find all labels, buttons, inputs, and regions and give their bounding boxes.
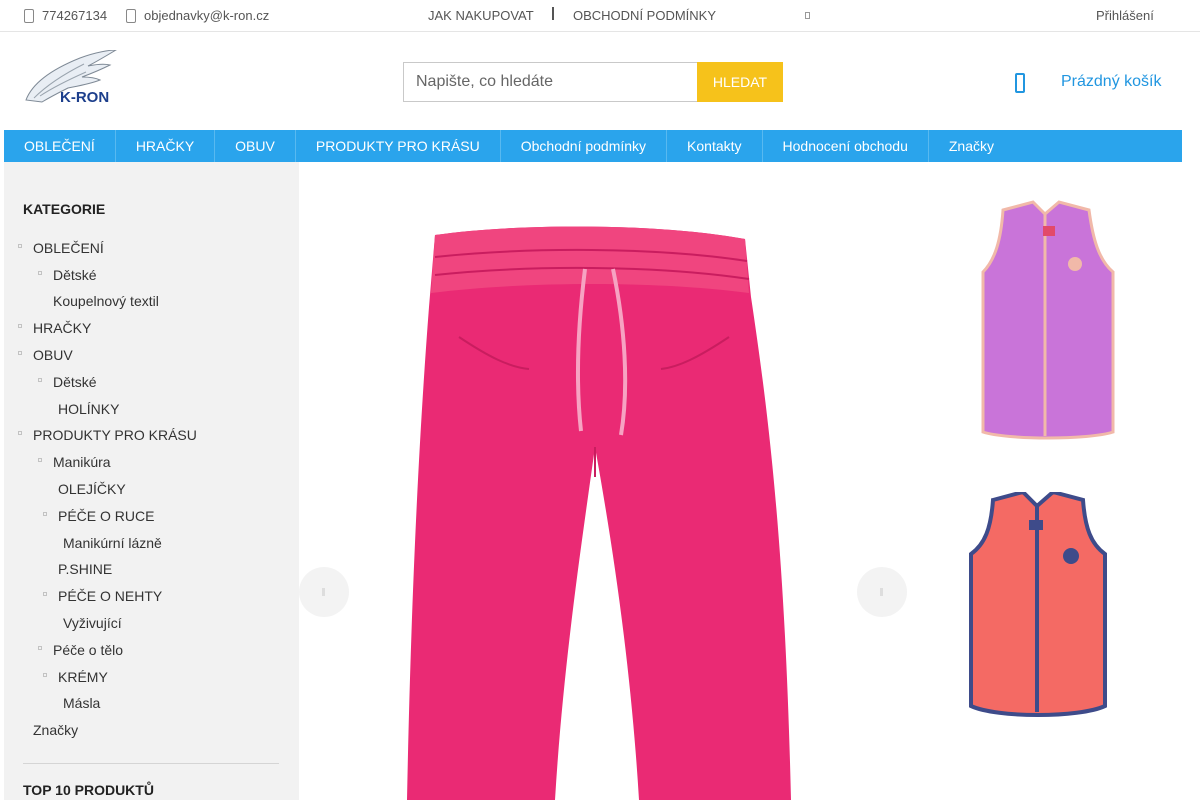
- category-item[interactable]: P.SHINE: [58, 561, 112, 577]
- nav-item-hracky[interactable]: HRAČKY: [116, 130, 216, 162]
- link-obchodni-podminky[interactable]: OBCHODNÍ PODMÍNKY: [573, 8, 716, 23]
- nav-item-obuv[interactable]: OBUV: [215, 130, 296, 162]
- sidebar-divider: [23, 763, 279, 764]
- nav-item-obchodni-podminky[interactable]: Obchodní podmínky: [501, 130, 668, 162]
- category-item[interactable]: PÉČE O NEHTY: [43, 588, 162, 604]
- category-item[interactable]: OBUV: [18, 347, 73, 363]
- dropdown-icon[interactable]: [805, 12, 810, 19]
- category-item[interactable]: Vyživující: [63, 615, 122, 631]
- category-item[interactable]: Dětské: [38, 267, 97, 283]
- nav-item-hodnoceni-obchodu[interactable]: Hodnocení obchodu: [763, 130, 929, 162]
- search-button[interactable]: HLEDAT: [697, 62, 783, 102]
- top10-title: TOP 10 PRODUKTŮ: [23, 782, 154, 798]
- category-item[interactable]: Manikúra: [38, 454, 111, 470]
- cart-icon[interactable]: [1015, 73, 1025, 93]
- login-link[interactable]: Přihlášení: [1096, 8, 1154, 23]
- logo-text: K-RON: [60, 89, 109, 106]
- phone-icon: [24, 8, 34, 23]
- nav-item-znacky[interactable]: Značky: [929, 130, 1014, 162]
- category-item[interactable]: Másla: [63, 695, 100, 711]
- mail-icon: [126, 8, 136, 23]
- category-item[interactable]: HOLÍNKY: [58, 401, 119, 417]
- category-item[interactable]: PÉČE O RUCE: [43, 508, 154, 524]
- search-input[interactable]: [403, 62, 697, 102]
- banner-area: [299, 162, 1200, 800]
- product-image-red-vest[interactable]: [967, 492, 1109, 718]
- main-nav: OBLEČENÍ HRAČKY OBUV PRODUKTY PRO KRÁSU …: [4, 130, 1182, 162]
- top-bar: 774267134 objednavky@k-ron.cz JAK NAKUPO…: [0, 0, 1200, 32]
- nav-item-produkty-pro-krasu[interactable]: PRODUKTY PRO KRÁSU: [296, 130, 501, 162]
- category-item[interactable]: Péče o tělo: [38, 642, 123, 658]
- category-sidebar: KATEGORIE OBLEČENÍ Dětské Koupelnový tex…: [4, 162, 299, 800]
- category-item[interactable]: Značky: [33, 722, 78, 738]
- product-image-pants[interactable]: [399, 217, 819, 800]
- email-contact[interactable]: objednavky@k-ron.cz: [126, 8, 269, 23]
- arrow-left-icon[interactable]: [299, 567, 349, 617]
- sidebar-title: KATEGORIE: [23, 201, 106, 217]
- category-item[interactable]: OLEJÍČKY: [58, 481, 126, 497]
- link-jak-nakupovat[interactable]: JAK NAKUPOVAT: [428, 8, 534, 23]
- cart-label[interactable]: Prázdný košík: [1061, 73, 1161, 91]
- arrow-right-icon[interactable]: [857, 567, 907, 617]
- email-address: objednavky@k-ron.cz: [144, 8, 270, 23]
- category-item[interactable]: KRÉMY: [43, 669, 108, 685]
- site-logo[interactable]: K-RON: [22, 50, 118, 108]
- category-item[interactable]: Koupelnový textil: [53, 293, 159, 309]
- category-item[interactable]: OBLEČENÍ: [18, 240, 104, 256]
- phone-number: 774267134: [42, 8, 108, 23]
- product-image-pink-vest[interactable]: [979, 200, 1115, 442]
- topbar-divider: [552, 7, 554, 20]
- nav-item-obleceni[interactable]: OBLEČENÍ: [4, 130, 116, 162]
- category-item[interactable]: HRAČKY: [18, 320, 91, 336]
- category-item[interactable]: PRODUKTY PRO KRÁSU: [18, 427, 197, 443]
- phone-contact[interactable]: 774267134: [24, 8, 107, 23]
- nav-item-kontakty[interactable]: Kontakty: [667, 130, 763, 162]
- search-form: HLEDAT: [403, 62, 783, 102]
- category-item[interactable]: Dětské: [38, 374, 97, 390]
- category-item[interactable]: Manikúrní lázně: [63, 535, 162, 551]
